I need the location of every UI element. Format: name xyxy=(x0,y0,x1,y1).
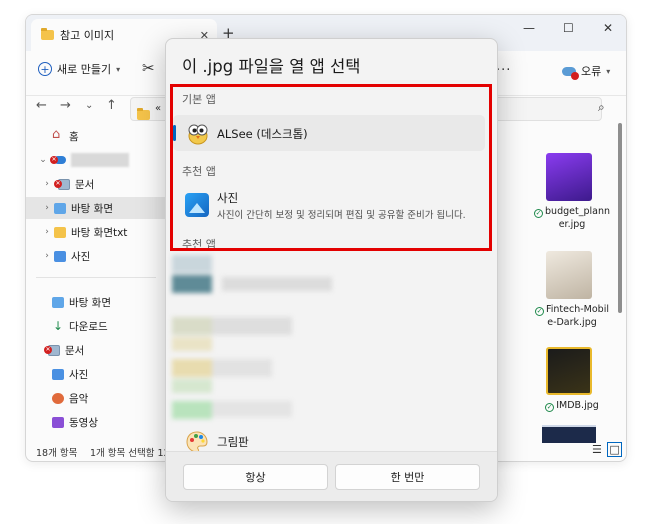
error-icon: ✕ xyxy=(54,180,62,188)
download-icon: ↓ xyxy=(52,318,64,333)
sidebar-item-onedrive[interactable]: ⌄ ✕ xyxy=(26,149,172,171)
divider xyxy=(36,277,156,278)
chevron-right-icon: › xyxy=(45,227,49,237)
blurred-app-icon xyxy=(172,337,212,351)
sidebar-item-home[interactable]: 홈 xyxy=(26,125,172,147)
vertical-scrollbar[interactable] xyxy=(618,123,622,313)
folder-icon xyxy=(137,108,150,120)
file-thumbnail[interactable] xyxy=(546,251,592,299)
blurred-app-icon xyxy=(172,317,212,335)
maximize-button[interactable]: ☐ xyxy=(563,21,574,35)
synced-check-icon: ✓ xyxy=(545,403,555,412)
synced-check-icon: ✓ xyxy=(534,209,544,218)
file-name[interactable]: ✓ budget_plann er.jpg xyxy=(518,205,626,231)
quick-access-photos[interactable]: 사진 xyxy=(26,363,172,385)
cloud-error-icon xyxy=(562,66,579,80)
chevron-down-icon: ▾ xyxy=(606,66,611,76)
selection-status: 1개 항목 선택함 12 xyxy=(90,448,170,459)
quick-access-documents[interactable]: ✕ 문서 xyxy=(26,339,172,361)
video-icon xyxy=(52,416,64,428)
sidebar-item-label: 바탕 화면 xyxy=(71,202,113,215)
blurred-account-name xyxy=(71,153,129,167)
recent-chevron-icon[interactable]: ⌄ xyxy=(85,100,93,111)
new-button-label: 새로 만들기 xyxy=(57,63,112,76)
file-thumbnail[interactable] xyxy=(546,153,592,201)
cut-icon[interactable]: ✂ xyxy=(142,59,155,77)
app-name: 그림판 xyxy=(217,435,249,449)
sidebar-item-photos[interactable]: › 사진 xyxy=(26,245,172,267)
up-arrow-icon[interactable]: ↑ xyxy=(106,98,117,113)
sidebar-item-label: 동영상 xyxy=(69,416,98,429)
just-once-button[interactable]: 한 번만 xyxy=(335,464,480,490)
blurred-app-icon xyxy=(172,359,212,377)
file-name[interactable]: ✓ Fintech-Mobil e-Dark.jpg xyxy=(518,303,626,329)
blurred-app-name xyxy=(212,359,272,377)
annotation-highlight-box xyxy=(170,84,492,251)
tab-title: 참고 이미지 xyxy=(60,29,115,42)
blurred-app-list xyxy=(172,255,492,425)
dialog-title: 이 .jpg 파일을 열 앱 선택 xyxy=(182,57,361,76)
quick-access-downloads[interactable]: ↓ 다운로드 xyxy=(26,315,172,337)
sidebar-item-label: 홈 xyxy=(69,130,79,143)
forward-arrow-icon[interactable]: → xyxy=(60,98,71,113)
file-name[interactable]: ✓ IMDB.jpg xyxy=(518,399,626,412)
sidebar-item-label: 사진 xyxy=(71,250,91,263)
sidebar-item-label: 바탕 화면txt xyxy=(71,226,128,239)
sidebar-item-desktop-txt[interactable]: › 바탕 화면txt xyxy=(26,221,172,243)
details-view-icon[interactable]: ☰ xyxy=(592,443,602,456)
chevron-down-icon: ⌄ xyxy=(39,155,47,165)
sidebar-item-label: 문서 xyxy=(65,344,85,357)
view-toggle: ☰ □ xyxy=(592,442,622,457)
navigation-pane: 홈 ⌄ ✕ › ✕ 문서 › 바탕 화면 › 바탕 화면txt › 사진 xyxy=(26,123,172,441)
file-thumbnail[interactable] xyxy=(546,347,592,395)
chevron-right-icon: › xyxy=(45,179,49,189)
minimize-button[interactable]: — xyxy=(523,21,535,35)
sidebar-item-desktop[interactable]: › 바탕 화면 xyxy=(26,197,172,219)
item-count: 18개 항목 xyxy=(36,448,78,459)
quick-access-music[interactable]: 음악 xyxy=(26,387,172,409)
blurred-app-name xyxy=(222,277,332,291)
sidebar-item-label: 다운로드 xyxy=(69,320,108,333)
error-button-label: 오류 xyxy=(581,65,602,78)
error-icon: ✕ xyxy=(50,156,58,164)
desktop-icon xyxy=(52,296,64,308)
back-arrow-icon[interactable]: ← xyxy=(36,98,47,113)
desktop-icon xyxy=(54,202,66,214)
chevron-right-icon: › xyxy=(45,203,49,213)
tiles-view-icon[interactable]: □ xyxy=(607,442,622,457)
photos-icon xyxy=(54,250,66,262)
sidebar-item-label: 바탕 화면 xyxy=(69,296,111,309)
blurred-app-icon xyxy=(172,275,212,293)
close-window-button[interactable]: ✕ xyxy=(603,21,613,35)
blurred-app-icon xyxy=(172,379,212,393)
folder-icon xyxy=(41,28,54,40)
search-icon[interactable]: ⌕ xyxy=(598,100,605,115)
blurred-app-name xyxy=(212,317,292,335)
error-icon: ✕ xyxy=(44,346,52,354)
photos-icon xyxy=(52,368,64,380)
always-button[interactable]: 항상 xyxy=(183,464,328,490)
error-button[interactable]: 오류 ▾ xyxy=(562,63,611,80)
sidebar-item-label: 사진 xyxy=(69,368,89,381)
more-options-icon[interactable]: ··· xyxy=(496,63,511,78)
sidebar-item-documents[interactable]: › ✕ 문서 xyxy=(26,173,172,195)
sidebar-item-label: 문서 xyxy=(75,178,95,191)
blurred-app-name xyxy=(212,401,292,417)
sidebar-item-label: 음악 xyxy=(69,392,89,405)
quick-access-desktop[interactable]: 바탕 화면 xyxy=(26,291,172,313)
file-list: ✓ budget_plann er.jpg ✓ Fintech-Mobil e-Dark… xyxy=(516,145,626,443)
chevron-right-icon: › xyxy=(45,251,49,261)
synced-check-icon: ✓ xyxy=(535,307,544,316)
plus-circle-icon: + xyxy=(38,62,52,76)
music-icon xyxy=(52,392,64,404)
blurred-app-icon xyxy=(172,401,212,419)
new-button[interactable]: + 새로 만들기 ▾ xyxy=(38,61,120,77)
quick-access-videos[interactable]: 동영상 xyxy=(26,411,172,433)
chevron-down-icon: ▾ xyxy=(116,64,121,74)
folder-icon xyxy=(54,226,66,238)
dialog-footer: 항상 한 번만 xyxy=(166,451,497,501)
blurred-app-icon xyxy=(172,255,212,273)
home-icon xyxy=(52,127,64,142)
